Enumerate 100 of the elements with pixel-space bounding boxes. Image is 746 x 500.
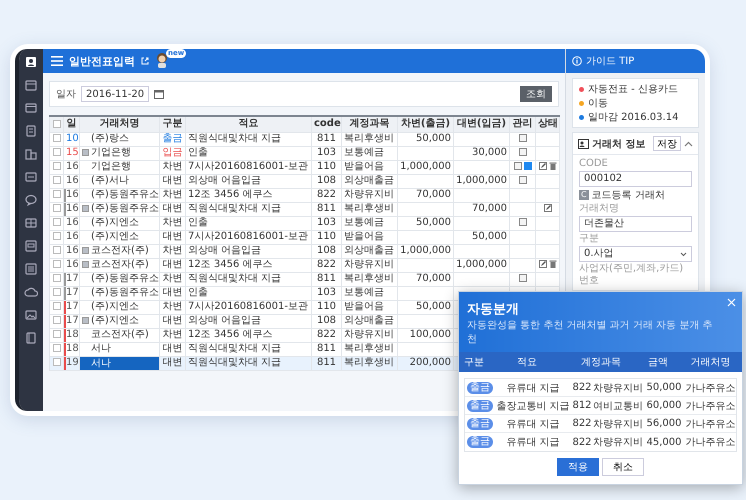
code-field[interactable]: 000102	[579, 171, 692, 187]
suggestion-row[interactable]: 출금 출장교통비 지급 812 여비교통비 60,000 가나주유소	[465, 397, 736, 415]
table-cell: 대변	[162, 175, 182, 186]
table-cell-text: 차량유지비	[593, 418, 643, 430]
table-cell: 12조 3456 에쿠스	[188, 189, 273, 200]
apply-button[interactable]: 적용	[557, 458, 599, 476]
grid-icon[interactable]	[24, 216, 38, 230]
day-text: 16	[66, 203, 78, 214]
row-checkbox[interactable]	[52, 190, 60, 198]
table-cell: 1,000,000	[400, 161, 451, 172]
document-icon[interactable]	[24, 124, 38, 138]
table-cell: 인출	[188, 287, 208, 298]
row-checkbox[interactable]	[52, 330, 60, 338]
table-cell: 직원식대및차대 지급	[188, 133, 282, 144]
trash-icon[interactable]	[549, 162, 557, 170]
table-cell-text: 50,000	[646, 382, 682, 393]
day-text: 17	[66, 301, 78, 312]
code-note: 코드등록 거래처	[592, 189, 665, 202]
table-cell: 출금	[162, 133, 182, 144]
table-cell: 822	[316, 189, 336, 200]
table-cell: 200,000	[410, 357, 451, 368]
image-icon[interactable]	[24, 308, 38, 322]
table-cell-text: 45,000	[646, 436, 682, 448]
type-badge: 출금	[467, 400, 493, 412]
table-cell: 외상매출금	[344, 245, 394, 256]
book-icon[interactable]	[24, 331, 38, 345]
close-icon[interactable]	[727, 298, 736, 307]
suggestion-row[interactable]: 출금 유류대 지급 822 차량유지비 45,000 가나주유소	[465, 433, 736, 451]
date-field[interactable]: 2016-11-20	[81, 86, 150, 102]
day-text: 15	[66, 147, 78, 158]
table-cell: 외상매 어음입금	[188, 175, 262, 186]
table-cell[interactable]: 서나	[80, 357, 158, 369]
table-cell: 차량유지비	[344, 189, 394, 200]
table-cell: 70,000	[416, 273, 451, 284]
edit-icon[interactable]	[544, 204, 552, 212]
row-checkbox[interactable]	[52, 232, 60, 240]
building-icon[interactable]	[24, 147, 38, 161]
type-select[interactable]: 0.사업	[579, 246, 692, 262]
column-header: 상태	[536, 116, 560, 132]
row-checkbox[interactable]	[52, 162, 60, 170]
dialog-title: 자동분개	[467, 301, 519, 318]
row-checkbox[interactable]	[52, 344, 60, 352]
table-cell: 복리후생비	[344, 133, 394, 144]
row-checkbox[interactable]	[52, 358, 60, 366]
search-button[interactable]: 조회	[520, 86, 552, 102]
table-cell: 822	[316, 259, 336, 270]
table-cell: 1,000,000	[400, 245, 451, 256]
save-button[interactable]: 저장	[653, 136, 681, 151]
table-cell: 보통예금	[344, 287, 384, 298]
table-cell: 110	[316, 231, 336, 242]
table-cell-text: 유류대 지급	[505, 418, 561, 430]
suggestion-row[interactable]: 출금 유류대 지급 822 차량유지비 50,000 가나주유소	[465, 379, 736, 397]
row-checkbox[interactable]	[52, 218, 60, 226]
row-checkbox[interactable]	[52, 316, 60, 324]
table-cell: 30,000	[472, 147, 507, 158]
menu-icon[interactable]	[51, 56, 63, 66]
day-text: 18	[66, 329, 78, 340]
window-icon[interactable]	[24, 101, 38, 115]
table-cell: 12조 3456 에쿠스	[188, 329, 273, 340]
chevron-icon[interactable]	[684, 140, 693, 146]
chat-icon[interactable]	[24, 193, 38, 207]
row-checkbox[interactable]	[52, 176, 60, 184]
cloud-icon[interactable]	[24, 285, 38, 299]
external-link-icon[interactable]	[141, 57, 149, 65]
form-icon[interactable]	[24, 239, 38, 253]
table-cell: 복리후생비	[344, 273, 394, 284]
table-cell: 보통예금	[344, 217, 384, 228]
row-checkbox[interactable]	[52, 148, 60, 156]
profile-icon[interactable]	[24, 55, 38, 69]
vendor-field[interactable]: 더존물산	[579, 216, 692, 232]
table-cell: 1,000,000	[456, 259, 507, 270]
row-checkbox[interactable]	[52, 204, 60, 212]
row-checkbox[interactable]	[52, 260, 60, 268]
suggestion-row[interactable]: 출금 유류대 지급 822 차량유지비 56,000 가나주유소	[465, 415, 736, 433]
table-cell: 108	[316, 315, 336, 326]
cancel-button[interactable]: 취소	[602, 458, 644, 476]
table-cell-text: 가나주유소	[685, 400, 736, 412]
edit-icon[interactable]	[539, 260, 547, 268]
row-checkbox[interactable]	[52, 246, 60, 254]
table-cell: 외상매 어음입금	[188, 315, 262, 326]
edit-icon[interactable]	[539, 162, 547, 170]
row-checkbox[interactable]	[52, 134, 60, 142]
type-badge: 출금	[467, 382, 493, 394]
table-cell-text: 여비교통비	[593, 400, 643, 412]
row-checkbox[interactable]	[52, 302, 60, 310]
trash-icon[interactable]	[549, 260, 557, 268]
column-header: 구분	[160, 116, 186, 132]
table-cell: 70,000	[472, 203, 507, 214]
table-cell: 811	[316, 343, 336, 354]
table-cell: 복리후생비	[344, 343, 394, 354]
table-cell: 차량유지비	[344, 329, 394, 340]
table-cell: 103	[316, 147, 336, 158]
column-header: 금액	[647, 356, 669, 369]
table-cell: 직원식대및차대 지급	[188, 343, 282, 354]
table-cell: 110	[316, 161, 336, 172]
list-icon[interactable]	[24, 262, 38, 276]
row-checkbox[interactable]	[52, 288, 60, 296]
select-all-checkbox[interactable]	[52, 120, 60, 128]
row-checkbox[interactable]	[52, 274, 60, 282]
table-cell: 812	[571, 400, 593, 411]
